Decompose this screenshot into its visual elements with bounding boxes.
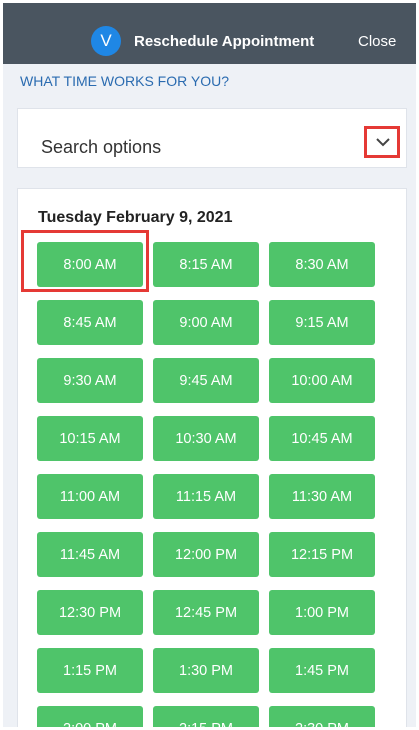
time-slot-button[interactable]: 9:00 AM: [153, 300, 259, 345]
time-slot-button[interactable]: 11:00 AM: [37, 474, 143, 519]
time-slots-panel: Tuesday February 9, 2021 8:00 AM 8:15 AM 8…: [17, 188, 407, 727]
header-bar: V Reschedule Appointment Close: [3, 3, 416, 64]
time-slot-button[interactable]: 1:15 PM: [37, 648, 143, 693]
time-slot-button[interactable]: 2:00 PM: [37, 706, 143, 727]
time-slot-button[interactable]: 10:15 AM: [37, 416, 143, 461]
time-slot-button[interactable]: 11:15 AM: [153, 474, 259, 519]
time-slot-button[interactable]: 1:45 PM: [269, 648, 375, 693]
avatar[interactable]: V: [91, 26, 121, 56]
time-slot-button[interactable]: 1:30 PM: [153, 648, 259, 693]
time-slot-button[interactable]: 10:45 AM: [269, 416, 375, 461]
time-slot-button[interactable]: 1:00 PM: [269, 590, 375, 635]
time-slot-button[interactable]: 10:30 AM: [153, 416, 259, 461]
time-slot-button[interactable]: 8:15 AM: [153, 242, 259, 287]
time-slot-button[interactable]: 11:45 AM: [37, 532, 143, 577]
time-slot-button[interactable]: 12:15 PM: [269, 532, 375, 577]
date-heading: Tuesday February 9, 2021: [38, 209, 233, 226]
time-slot-button[interactable]: 2:15 PM: [153, 706, 259, 727]
time-question-heading: WHAT TIME WORKS FOR YOU?: [20, 73, 229, 89]
time-slot-button[interactable]: 9:15 AM: [269, 300, 375, 345]
time-slot-button[interactable]: 11:30 AM: [269, 474, 375, 519]
close-button[interactable]: Close: [358, 33, 396, 50]
page-title: Reschedule Appointment: [134, 33, 315, 50]
time-slot-button[interactable]: 8:30 AM: [269, 242, 375, 287]
chevron-down-icon: [376, 138, 390, 147]
dropdown-toggle-button[interactable]: [364, 126, 400, 158]
time-slot-button[interactable]: 12:00 PM: [153, 532, 259, 577]
time-slot-grid: 8:00 AM 8:15 AM 8:30 AM 8:45 AM 9:00 AM 9:15 …: [37, 242, 375, 727]
time-slot-button[interactable]: 2:30 PM: [269, 706, 375, 727]
time-slot-button[interactable]: 9:30 AM: [37, 358, 143, 403]
time-slot-button[interactable]: 12:30 PM: [37, 590, 143, 635]
time-slot-button[interactable]: 8:45 AM: [37, 300, 143, 345]
search-options-dropdown[interactable]: Search options: [17, 108, 407, 168]
app-frame: V Reschedule Appointment Close WHAT TIME…: [3, 3, 416, 727]
search-options-text[interactable]: Search options: [41, 137, 161, 158]
time-slot-button[interactable]: 12:45 PM: [153, 590, 259, 635]
time-slot-button[interactable]: 10:00 AM: [269, 358, 375, 403]
time-slot-button[interactable]: 9:45 AM: [153, 358, 259, 403]
time-slot-button[interactable]: 8:00 AM: [37, 242, 143, 287]
